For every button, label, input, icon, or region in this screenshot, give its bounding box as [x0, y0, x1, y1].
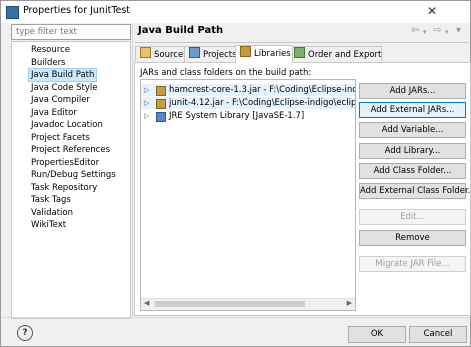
help-icon[interactable]: ?: [17, 325, 33, 341]
page-title: Java Build Path: [138, 25, 224, 36]
tab-source[interactable]: Source: [135, 46, 185, 62]
forward-arrow-icon[interactable]: ⇨: [433, 25, 441, 36]
view-menu-icon[interactable]: ▾: [456, 25, 461, 36]
title-separator: [135, 42, 468, 43]
close-button[interactable]: ✕: [419, 1, 445, 21]
tab-projects[interactable]: Projects: [184, 46, 239, 62]
tree-item-project-facets[interactable]: Project Facets: [29, 132, 92, 144]
remove-button[interactable]: Remove: [359, 230, 466, 246]
back-menu-icon[interactable]: ▾: [423, 28, 427, 36]
footer-separator: [1, 317, 470, 318]
filter-input[interactable]: [11, 24, 131, 40]
tree-item-task-repository[interactable]: Task Repository: [29, 182, 99, 194]
tab-label: Source: [154, 50, 184, 60]
tab-label: Order and Export: [308, 50, 382, 60]
forward-menu-icon[interactable]: ▾: [445, 28, 449, 36]
tree-item-java-editor[interactable]: Java Editor: [29, 107, 79, 119]
tree-item-javadoc-location[interactable]: Javadoc Location: [29, 119, 105, 131]
property-tree[interactable]: Resource Builders Java Build Path Java C…: [11, 41, 131, 319]
back-arrow-icon[interactable]: ⇦: [411, 25, 419, 36]
tree-item-java-compiler[interactable]: Java Compiler: [29, 94, 92, 106]
tree-item-resource[interactable]: Resource: [29, 44, 72, 56]
tree-item-java-build-path[interactable]: Java Build Path: [28, 68, 98, 82]
horizontal-scrollbar[interactable]: ◀ ▶: [141, 298, 355, 310]
build-path-list[interactable]: ▷ hamcrest-core-1.3.jar - F:\Coding\Ecli…: [140, 79, 356, 311]
tree-item-java-code-style[interactable]: Java Code Style: [29, 82, 99, 94]
eclipse-window-icon: [6, 6, 19, 19]
list-item[interactable]: ▷ junit-4.12.jar - F:\Coding\Eclipse-ind…: [141, 97, 355, 109]
tree-item-properties-editor[interactable]: PropertiesEditor: [29, 157, 101, 169]
scroll-thumb[interactable]: [155, 301, 305, 307]
projects-icon: [189, 47, 200, 58]
tree-item-project-references[interactable]: Project References: [29, 144, 112, 156]
list-item[interactable]: ▷ JRE System Library [JavaSE-1.7]: [141, 110, 355, 122]
tab-order-and-export[interactable]: Order and Export: [289, 46, 382, 62]
edit-button[interactable]: Edit...: [359, 209, 466, 225]
expand-icon[interactable]: ▷: [144, 97, 149, 109]
tab-libraries[interactable]: Libraries: [235, 45, 293, 63]
list-item[interactable]: ▷ hamcrest-core-1.3.jar - F:\Coding\Ecli…: [141, 84, 355, 96]
libraries-label: JARs and class folders on the build path…: [140, 68, 312, 78]
add-class-folder-button[interactable]: Add Class Folder...: [359, 163, 466, 179]
scroll-right-icon[interactable]: ▶: [347, 299, 352, 307]
source-icon: [140, 47, 151, 58]
scroll-left-icon[interactable]: ◀: [144, 299, 149, 307]
tree-item-builders[interactable]: Builders: [29, 57, 68, 69]
title-bar[interactable]: Properties for JunitTest ✕: [1, 1, 470, 23]
add-external-jars-button[interactable]: Add External JARs...: [359, 102, 466, 118]
tree-item-run-debug-settings[interactable]: Run/Debug Settings: [29, 169, 118, 181]
order-export-icon: [294, 47, 305, 58]
window-title: Properties for JunitTest: [23, 5, 131, 16]
add-jars-button[interactable]: Add JARs...: [359, 83, 466, 99]
tree-item-task-tags[interactable]: Task Tags: [29, 194, 73, 206]
tree-item-wikitext[interactable]: WikiText: [29, 219, 68, 231]
expand-icon[interactable]: ▷: [144, 84, 149, 96]
properties-dialog: Properties for JunitTest ✕ Resource Buil…: [0, 0, 471, 347]
tree-item-validation[interactable]: Validation: [29, 207, 75, 219]
library-icon: [156, 112, 166, 122]
tab-label: Projects: [203, 50, 237, 60]
add-variable-button[interactable]: Add Variable...: [359, 122, 466, 138]
ok-button[interactable]: OK: [348, 326, 406, 343]
cancel-button[interactable]: Cancel: [409, 326, 467, 343]
tab-label: Libraries: [254, 49, 291, 59]
panel-sash[interactable]: [132, 24, 133, 317]
jar-icon: [156, 86, 166, 96]
add-external-class-folder-button[interactable]: Add External Class Folder...: [359, 183, 471, 199]
migrate-jar-file-button[interactable]: Migrate JAR File...: [359, 256, 466, 272]
expand-icon[interactable]: ▷: [144, 110, 149, 122]
add-library-button[interactable]: Add Library...: [359, 143, 466, 159]
libraries-icon: [240, 46, 251, 57]
jar-icon: [156, 99, 166, 109]
